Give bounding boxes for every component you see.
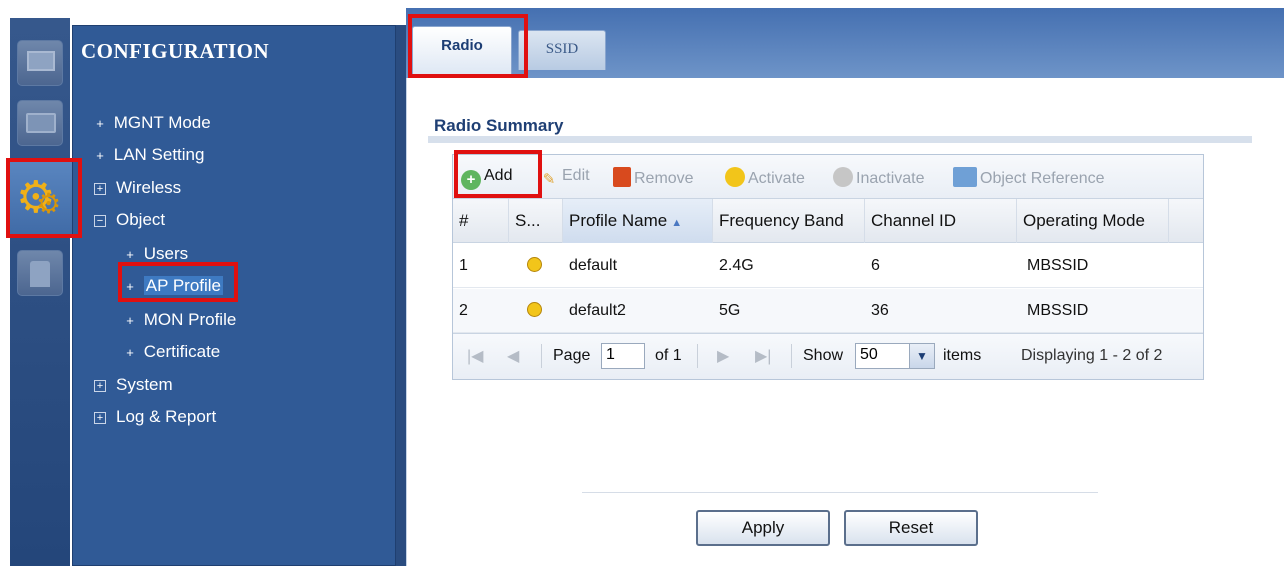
page-label: Page <box>553 347 591 364</box>
table-row[interactable]: 1 default 2.4G 6 MBSSID <box>453 244 1203 288</box>
section-divider <box>428 136 1252 143</box>
pagination-bar: |◀ ◀ Page 1 of 1 ▶ ▶| Show 50 ▼ items Di… <box>453 333 1203 379</box>
column-header-status[interactable]: S... <box>509 199 563 243</box>
maintenance-icon[interactable] <box>17 250 63 296</box>
page-number-input[interactable]: 1 <box>601 343 645 369</box>
pager-separator <box>697 344 698 368</box>
column-header-operating-mode[interactable]: Operating Mode <box>1017 199 1169 243</box>
pager-separator <box>541 344 542 368</box>
object-reference-button[interactable]: Object Reference <box>953 167 1105 188</box>
sidebar-item-lan-setting[interactable]: + LAN Setting <box>91 145 204 167</box>
sidebar-item-mon-profile[interactable]: + MON Profile <box>121 310 236 332</box>
reset-button[interactable]: Reset <box>844 510 978 546</box>
items-per-page-select[interactable]: 50 <box>855 343 911 369</box>
expand-icon[interactable]: + <box>94 380 106 392</box>
displaying-status: Displaying 1 - 2 of 2 <box>1021 347 1163 364</box>
configuration-sidebar: CONFIGURATION + MGNT Mode + LAN Setting … <box>72 25 396 566</box>
cell-channel-id: 6 <box>871 257 880 274</box>
bullet-icon: + <box>126 247 134 262</box>
column-header-number[interactable]: # <box>453 199 509 243</box>
items-label: items <box>943 347 982 364</box>
cell-operating-mode: MBSSID <box>1027 302 1089 319</box>
expand-icon[interactable]: + <box>94 183 106 195</box>
grid-toolbar: + Add ✎ Edit Remove Activate Inactivate Ob… <box>453 155 1203 199</box>
column-header-frequency-band[interactable]: Frequency Band <box>713 199 865 243</box>
activate-button[interactable]: Activate <box>725 167 805 188</box>
cell-channel-id: 36 <box>871 302 889 319</box>
last-page-icon[interactable]: ▶| <box>755 346 771 366</box>
sidebar-item-object[interactable]: − Object <box>91 210 165 232</box>
bullet-icon: + <box>96 148 104 163</box>
bullet-icon: + <box>126 279 134 294</box>
tab-radio[interactable]: Radio <box>412 26 512 78</box>
add-icon: + <box>461 170 481 190</box>
sidebar-splitter[interactable] <box>396 25 406 566</box>
sidebar-item-mgnt-mode[interactable]: + MGNT Mode <box>91 113 211 135</box>
pencil-icon: ✎ <box>542 171 556 188</box>
section-title: Radio Summary <box>434 116 564 135</box>
footer-divider <box>582 492 1098 493</box>
icon-navigation-bar: ⚙ ⚙ <box>8 18 72 566</box>
configuration-gear-icon[interactable]: ⚙ ⚙ <box>8 160 72 238</box>
sidebar-title: CONFIGURATION <box>81 39 270 63</box>
cell-status <box>521 289 542 333</box>
sort-ascending-icon: ▲ <box>671 217 683 229</box>
sidebar-item-certificate[interactable]: + Certificate <box>121 342 220 364</box>
show-label: Show <box>803 347 844 364</box>
remove-button[interactable]: Remove <box>613 167 694 188</box>
lightbulb-on-icon <box>725 167 745 187</box>
next-page-icon[interactable]: ▶ <box>717 346 729 366</box>
pager-separator <box>791 344 792 368</box>
tab-strip: Radio SSID <box>406 8 1284 78</box>
cell-profile-name: default <box>569 257 618 274</box>
cell-status <box>521 244 542 288</box>
collapse-icon[interactable]: − <box>94 215 106 227</box>
cell-frequency-band: 5G <box>719 302 741 319</box>
main-panel: Radio SSID Radio Summary + Add ✎ Edit Remo… <box>406 8 1284 566</box>
add-button[interactable]: + Add <box>461 167 512 190</box>
first-page-icon[interactable]: |◀ <box>467 346 483 366</box>
expand-icon[interactable]: + <box>94 412 106 424</box>
inactivate-button[interactable]: Inactivate <box>833 167 924 188</box>
lightbulb-off-icon <box>833 167 853 187</box>
dashboard-icon[interactable] <box>17 100 63 146</box>
bullet-icon: + <box>126 345 134 360</box>
radio-profile-grid: + Add ✎ Edit Remove Activate Inactivate Ob… <box>452 154 1204 380</box>
edit-button[interactable]: ✎ Edit <box>539 167 590 190</box>
sidebar-item-wireless[interactable]: + Wireless <box>91 178 181 200</box>
chevron-down-icon[interactable]: ▼ <box>909 343 935 369</box>
trash-icon <box>613 167 631 187</box>
sidebar-item-log-report[interactable]: + Log & Report <box>91 407 216 429</box>
apply-button[interactable]: Apply <box>696 510 830 546</box>
bullet-icon: + <box>96 116 104 131</box>
bullet-icon: + <box>126 313 134 328</box>
cell-profile-name: default2 <box>569 302 626 319</box>
table-row[interactable]: 2 default2 5G 36 MBSSID <box>453 289 1203 333</box>
tab-ssid[interactable]: SSID <box>518 30 606 70</box>
sidebar-item-system[interactable]: + System <box>91 375 173 397</box>
lightbulb-on-icon <box>527 302 542 317</box>
sidebar-item-users[interactable]: + Users <box>121 244 188 266</box>
monitor-icon[interactable] <box>17 40 63 86</box>
column-header-profile-name[interactable]: Profile Name ▲ <box>563 199 713 243</box>
sidebar-item-ap-profile[interactable]: + AP Profile <box>121 276 224 298</box>
lightbulb-on-icon <box>527 257 542 272</box>
previous-page-icon[interactable]: ◀ <box>507 346 519 366</box>
cell-number: 2 <box>459 302 468 319</box>
column-header-channel-id[interactable]: Channel ID <box>865 199 1017 243</box>
table-header: # S... Profile Name ▲ Frequency Band Chan… <box>453 199 1203 243</box>
page-count-label: of 1 <box>655 347 682 364</box>
cell-frequency-band: 2.4G <box>719 257 754 274</box>
cell-number: 1 <box>459 257 468 274</box>
object-reference-icon <box>953 167 977 187</box>
cell-operating-mode: MBSSID <box>1027 257 1089 274</box>
